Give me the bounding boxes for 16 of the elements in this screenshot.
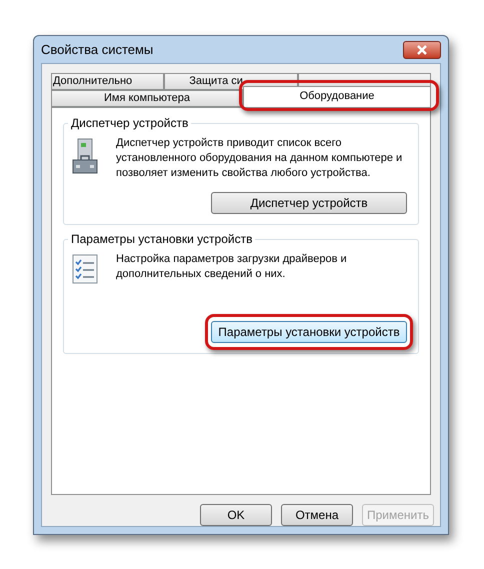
checklist-icon [72, 254, 98, 284]
description: Диспетчер устройств приводит список всего установленного оборудования на данном компьютере и позволяет изменить свойства любого устройства. [116, 136, 404, 181]
window-title: Свойства системы [41, 40, 154, 59]
action-button[interactable]: Диспетчер устройств [211, 192, 407, 214]
tab[interactable]: Имя компьютера [51, 90, 243, 107]
close-button[interactable] [403, 40, 441, 58]
tab[interactable]: Оборудование [243, 86, 431, 107]
dialog-button[interactable]: OK [200, 504, 272, 526]
group-title: Параметры установки устройств [68, 232, 256, 246]
action-button[interactable]: Параметры установки устройств [211, 321, 407, 343]
toolbox-icon [72, 138, 98, 176]
close-icon [416, 44, 428, 54]
tab[interactable]: Дополнительно [51, 73, 164, 90]
dialog-button[interactable]: Отмена [281, 504, 353, 526]
description: Настройка параметров загрузки драйверов и дополнительных сведений о них. [116, 252, 348, 282]
group-title: Диспетчер устройств [68, 116, 192, 130]
